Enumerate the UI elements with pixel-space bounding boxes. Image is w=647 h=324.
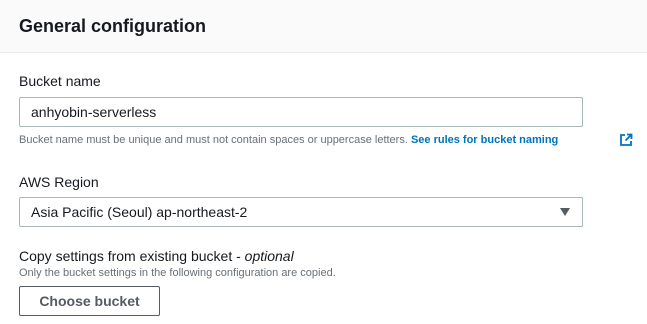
aws-region-select[interactable]: Asia Pacific (Seoul) ap-northeast-2	[19, 197, 583, 227]
bucket-naming-rules-link[interactable]: See rules for bucket naming	[411, 134, 558, 146]
aws-region-label: AWS Region	[19, 174, 99, 190]
optional-tag: optional	[244, 248, 294, 264]
copy-settings-label: Copy settings from existing bucket - opt…	[19, 248, 294, 264]
external-link-icon[interactable]	[619, 133, 633, 147]
caret-down-icon	[560, 208, 570, 216]
copy-settings-description: Only the bucket settings in the followin…	[19, 267, 336, 279]
aws-region-value: Asia Pacific (Seoul) ap-northeast-2	[31, 204, 248, 220]
panel-title: General configuration	[19, 16, 207, 36]
panel-header: General configuration	[0, 0, 647, 53]
bucket-name-hint: Bucket name must be unique and must not …	[19, 134, 558, 146]
bucket-name-value: anhyobin-serverless	[31, 104, 157, 120]
choose-bucket-button[interactable]: Choose bucket	[19, 286, 160, 316]
bucket-name-label: Bucket name	[19, 73, 101, 89]
bucket-name-hint-text: Bucket name must be unique and must not …	[19, 134, 408, 146]
copy-settings-label-text: Copy settings from existing bucket -	[19, 248, 245, 264]
bucket-name-input[interactable]: anhyobin-serverless	[19, 97, 583, 127]
